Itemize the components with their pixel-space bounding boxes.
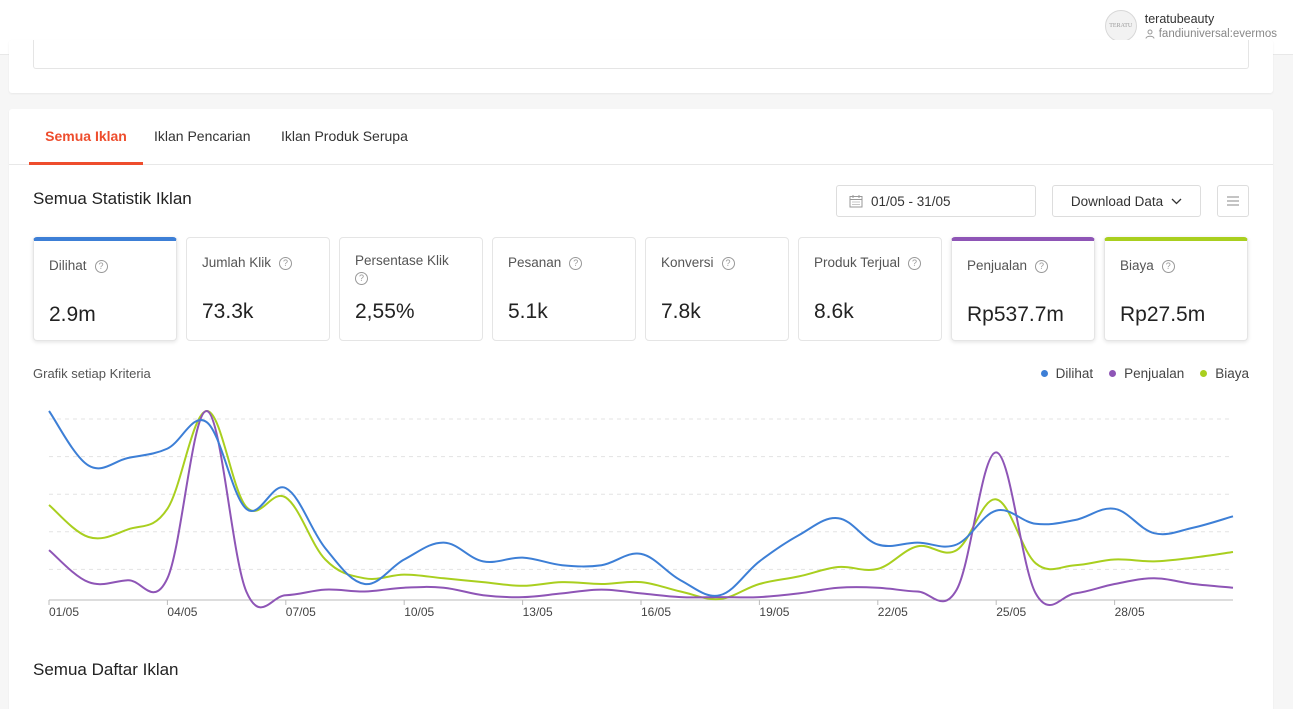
tab-all-ads[interactable]: Semua Iklan [29,109,143,165]
column-menu-button[interactable] [1217,185,1249,217]
date-range-picker[interactable]: 01/05 - 31/05 [836,185,1036,217]
help-icon[interactable]: ? [1035,260,1049,273]
legend-label: Dilihat [1055,366,1094,381]
metric-card-views[interactable]: Dilihat? 2.9m [33,237,177,341]
chart-title: Grafik setiap Kriteria [33,366,151,381]
date-range-value: 01/05 - 31/05 [871,193,951,209]
legend-item-sales[interactable]: Penjualan [1109,366,1184,381]
metric-card-cost[interactable]: Biaya? Rp27.5m [1104,237,1248,341]
help-icon[interactable]: ? [94,260,108,273]
download-data-label: Download Data [1070,193,1164,209]
list-icon [1227,196,1239,206]
metric-label: Dilihat? [49,257,161,274]
metric-label: Persentase Klik? [355,252,467,285]
metric-label: Jumlah Klik? [202,254,314,271]
metric-label-text: Penjualan [967,258,1028,273]
metric-card-orders[interactable]: Pesanan? 5.1k [492,237,636,341]
x-tick-label: 16/05 [641,605,671,619]
tab-similar-product-ads[interactable]: Iklan Produk Serupa [281,109,408,165]
legend-label: Penjualan [1124,366,1185,381]
metric-card-clicks[interactable]: Jumlah Klik? 73.3k [186,237,330,341]
ads-list-title: Semua Daftar Iklan [33,660,179,679]
ads-statistics-card: Semua Iklan Iklan Pencarian Iklan Produk… [9,109,1273,709]
x-tick-label: 19/05 [759,605,789,619]
metric-card-ctr[interactable]: Persentase Klik? 2,55% [339,237,483,341]
metric-label-text: Persentase Klik [355,253,449,268]
metric-label-text: Jumlah Klik [202,255,272,270]
legend-dot [1040,370,1048,377]
metric-card-conversions[interactable]: Konversi? 7.8k [645,237,789,341]
calendar-icon [849,195,863,208]
legend-item-cost[interactable]: Biaya [1200,366,1249,381]
metric-value: 5.1k [508,300,548,323]
x-tick-label: 01/05 [49,605,79,619]
legend-item-views[interactable]: Dilihat [1040,366,1094,381]
metric-label: Konversi? [661,254,773,271]
legend-dot [1200,370,1208,377]
metric-label-text: Biaya [1120,258,1154,273]
metric-label: Pesanan? [508,254,620,271]
series-line-penjualan [48,409,1234,609]
metric-value: 8.6k [814,300,854,323]
chart-legend: Dilihat Penjualan Biaya [1040,366,1249,381]
metric-card-sales[interactable]: Penjualan? Rp537.7m [951,237,1095,341]
previous-card [9,40,1273,93]
x-tick-label: 22/05 [878,605,908,619]
help-icon[interactable]: ? [721,257,735,270]
ad-type-tabs: Semua Iklan Iklan Pencarian Iklan Produk… [9,109,1273,165]
x-tick-label: 25/05 [996,605,1026,619]
help-icon[interactable]: ? [569,257,583,270]
metric-value: 7.8k [661,300,701,323]
metric-card-products-sold[interactable]: Produk Terjual? 8.6k [798,237,942,341]
metric-value: 2.9m [49,303,96,326]
metric-value: Rp537.7m [967,303,1064,326]
x-tick-label: 04/05 [167,605,197,619]
x-tick-label: 10/05 [404,605,434,619]
metric-label-text: Produk Terjual [814,255,901,270]
metric-label: Penjualan? [967,257,1079,274]
metric-value: 2,55% [355,300,415,323]
x-tick-label: 13/05 [523,605,553,619]
account-name: teratubeauty [1144,11,1215,26]
legend-label: Biaya [1215,366,1249,381]
metric-label-text: Pesanan [508,255,562,270]
avatar[interactable]: TERATU [1104,10,1137,42]
metric-value: 73.3k [202,300,254,323]
previous-card-inner [33,40,1249,69]
chevron-down-icon [1171,198,1182,204]
tab-search-ads[interactable]: Iklan Pencarian [154,109,251,165]
series-line-biaya [48,409,1234,601]
metric-label-text: Dilihat [49,258,87,273]
metric-label: Produk Terjual? [814,254,926,271]
metric-label: Biaya? [1120,257,1232,274]
line-chart: 01/05 04/05 07/05 10/05 13/05 16/05 19/05 22/05… [48,409,1234,619]
account-menu[interactable]: TERATU teratubeauty fandiuniversal:everm… [1104,10,1277,42]
user-icon [1145,29,1155,39]
help-icon[interactable]: ? [355,272,368,285]
help-icon[interactable]: ? [1161,260,1175,273]
stats-section-title: Semua Statistik Iklan [33,189,192,208]
help-icon[interactable]: ? [279,257,293,270]
metric-label-text: Konversi [661,255,714,270]
download-data-button[interactable]: Download Data [1052,185,1201,217]
help-icon[interactable]: ? [908,257,922,270]
x-tick-label: 28/05 [1115,605,1145,619]
metric-value: Rp27.5m [1120,303,1206,326]
legend-dot [1109,370,1117,377]
x-tick-label: 07/05 [286,605,316,619]
